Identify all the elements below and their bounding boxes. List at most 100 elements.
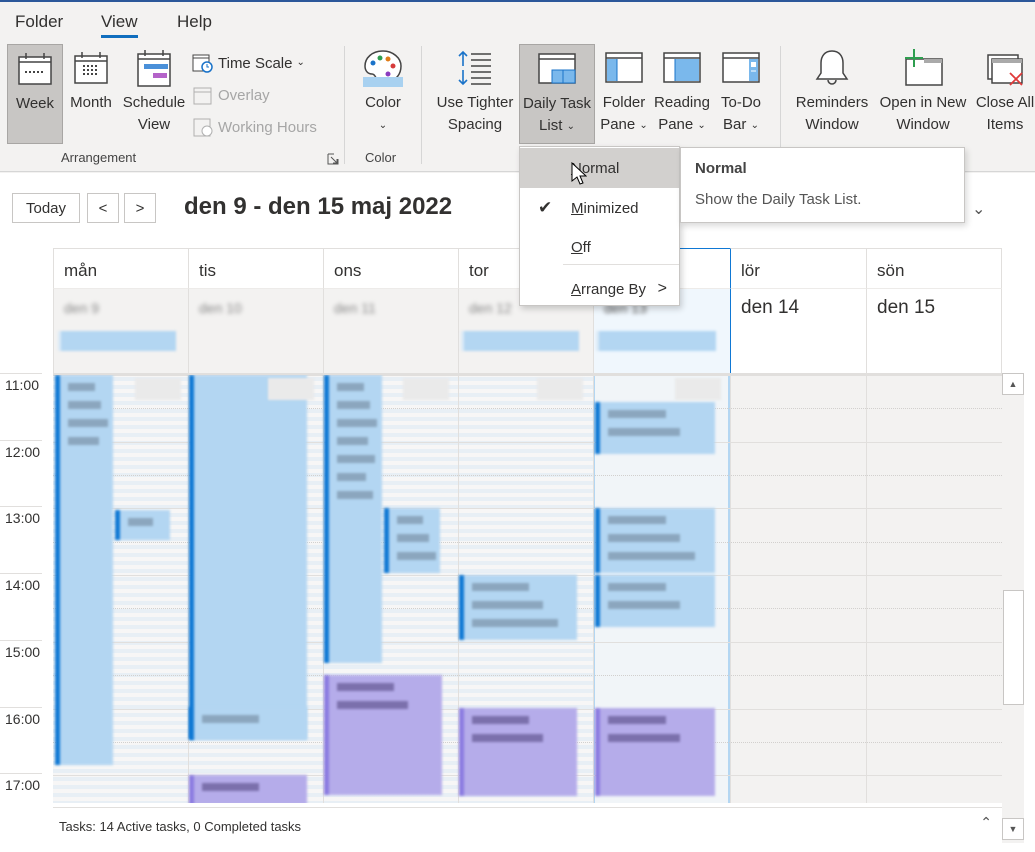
event-text-redacted [337,419,378,427]
event-text-redacted [68,401,102,409]
tab-folder[interactable]: Folder [15,12,63,32]
tighter-spacing-button[interactable]: Use Tighter Spacing [433,44,517,144]
ribbon-tabs: Folder View Help [0,2,1035,40]
calendar-event[interactable] [115,510,170,540]
event-text-redacted [472,583,529,591]
folder-pane-button[interactable]: Folder Pane ⌄ [597,44,651,144]
date-label: den 9 [64,300,100,316]
calendar-event[interactable] [384,508,440,573]
overlay-label: Overlay [218,86,270,104]
todo-bar-icon [715,44,767,92]
week-view-button[interactable]: Week [7,44,63,144]
more-items-indicator[interactable] [537,378,583,400]
calendar-event[interactable] [55,375,113,765]
event-text-redacted [608,410,666,418]
calendar-event[interactable] [324,375,382,663]
date-cell-sun[interactable]: den 15 [866,288,1002,373]
time-label: 12:00 [5,443,41,460]
all-day-event[interactable] [58,331,176,351]
previous-week-button[interactable]: < [87,193,119,223]
tooltip-body: Show the Daily Task List. [695,191,862,208]
scroll-down-button[interactable]: ▼ [1002,818,1024,840]
menu-item-normal[interactable]: Normal [520,148,679,188]
calendar-event[interactable] [595,575,715,627]
calendar-event[interactable] [595,508,715,573]
calendar-event[interactable] [189,375,307,740]
schedule-view-button[interactable]: Schedule View [120,44,188,144]
time-grid[interactable] [53,373,1002,803]
calendar-event[interactable] [324,675,442,795]
date-cell-tue[interactable]: den 10 [188,288,323,373]
tab-view[interactable]: View [101,12,138,38]
time-column: 11:00 12:00 13:00 14:00 15:00 16:00 17:00 [0,373,53,807]
menu-label: ormal [581,159,620,177]
calendar-event[interactable] [189,775,307,803]
day-header-wed[interactable]: ons [323,248,458,288]
reminders-window-button[interactable]: Reminders Window [792,44,872,144]
scroll-thumb[interactable] [1003,590,1024,705]
more-items-indicator[interactable] [675,378,721,400]
menu-item-arrange-by[interactable]: Arrange By > [520,269,679,309]
date-label: den 15 [877,297,936,318]
day-header-sat[interactable]: lör [730,248,866,288]
accel-key: O [571,238,583,256]
working-hours-icon [193,118,213,137]
all-day-event[interactable] [461,331,579,351]
calendar-event[interactable] [595,708,715,796]
more-items-indicator[interactable] [403,378,449,400]
event-text-redacted [68,437,100,445]
date-range-title: den 9 - den 15 maj 2022 [184,193,453,220]
close-all-items-button[interactable]: Close All Items [972,44,1035,144]
day-name: lör [741,261,760,280]
next-week-button[interactable]: > [124,193,156,223]
color-label: Color [365,94,401,111]
all-day-event[interactable] [596,331,716,351]
calendar-event[interactable] [595,402,715,454]
reading-pane-button[interactable]: Reading Pane ⌄ [652,44,712,144]
calendar-event[interactable] [459,575,577,640]
calendar-week-icon [8,45,62,93]
daily-task-list-button[interactable]: Daily Task List ⌄ [519,44,595,144]
chevron-down-icon: ⌄ [639,120,648,131]
month-view-button[interactable]: Month [64,44,118,144]
close-windows-icon [972,44,1035,92]
daily-task-list-bar[interactable]: Tasks: 14 Active tasks, 0 Completed task… [53,807,1002,843]
color-button[interactable]: Color ⌄ [356,44,410,144]
day-header-tue[interactable]: tis [188,248,323,288]
calendar-view: Today < > den 9 - den 15 maj 2022 ⌄ mån … [0,173,1035,852]
time-label: 16:00 [5,710,41,727]
day-header-mon[interactable]: mån [53,248,188,288]
tooltip-title: Normal [695,160,747,177]
vertical-scrollbar[interactable]: ▲ ▼ [1002,373,1024,843]
palette-icon [356,44,410,92]
more-items-indicator[interactable] [268,378,314,400]
time-divider [0,639,42,641]
day-name: ons [334,261,362,280]
todo-bar-button[interactable]: To-Do Bar ⌄ [715,44,767,144]
tab-help[interactable]: Help [177,12,212,32]
accel-key: A [571,280,582,298]
new-window-icon [874,44,972,92]
calendar-event[interactable] [189,707,307,739]
chevron-up-icon[interactable]: ⌃ [980,814,992,831]
scroll-up-button[interactable]: ▲ [1002,373,1024,395]
time-scale-button[interactable]: Time Scale ⌄ [192,51,305,75]
today-button[interactable]: Today [12,193,80,223]
date-cell-wed[interactable]: den 11 [323,288,458,373]
event-text-redacted [608,601,681,609]
more-items-indicator[interactable] [135,378,181,400]
event-text-redacted [608,734,681,742]
task-summary: Tasks: 14 Active tasks, 0 Completed task… [59,819,302,834]
event-text-redacted [608,534,681,542]
open-new-label-2: Window [896,116,950,133]
dialog-launcher-icon[interactable] [327,152,339,165]
reminders-label-2: Window [805,116,859,133]
menu-item-minimized[interactable]: ✔ Minimized [520,188,679,228]
menu-item-off[interactable]: Off [520,227,679,267]
chevron-down-icon[interactable]: ⌄ [972,199,985,219]
calendar-event[interactable] [459,708,577,796]
open-new-window-button[interactable]: Open in New Window [874,44,972,144]
day-header-sun[interactable]: sön [866,248,1002,288]
month-label: Month [70,94,112,111]
date-cell-sat[interactable]: den 14 [730,288,866,373]
